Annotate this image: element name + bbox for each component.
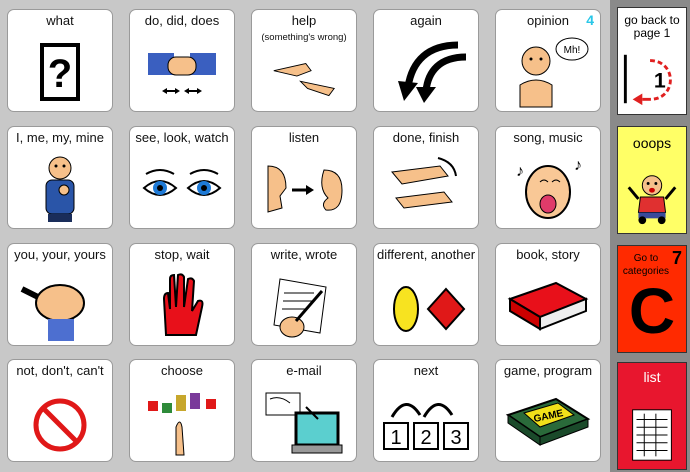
cell-help[interactable]: help (something's wrong) [251, 9, 357, 112]
categories-button[interactable]: Go to categories 7 C [617, 245, 687, 353]
cell-sublabel: (something's wrong) [261, 32, 347, 43]
cell-what[interactable]: what? [7, 9, 113, 112]
cell-label: book, story [516, 247, 580, 262]
ear-listening-icon [256, 151, 352, 225]
back-arrow-icon: 1 [621, 48, 683, 110]
game-box-icon: GAME [500, 384, 596, 458]
categories-page-number: 7 [671, 248, 682, 268]
cell-next[interactable]: next 1 2 3 [373, 359, 479, 462]
cell-label: choose [161, 363, 203, 378]
cell-label: listen [288, 130, 320, 145]
svg-text:1: 1 [390, 427, 401, 449]
svg-text:?: ? [48, 52, 72, 96]
cell-see-look-watch[interactable]: see, look, watch [129, 126, 235, 229]
helping-hands-icon [256, 44, 352, 108]
cell-label: you, your, yours [14, 247, 106, 262]
no-sign-icon [12, 384, 108, 458]
red-hand-icon [134, 268, 230, 342]
cell-label: done, finish [392, 130, 460, 145]
sidebar: go back to page 1 1 ooops Go to categori… [610, 0, 690, 472]
ooops-button[interactable]: ooops [617, 126, 687, 234]
cell-do-did-does[interactable]: do, did, does [129, 9, 235, 112]
cell-listen[interactable]: listen [251, 126, 357, 229]
person-speaking-icon: Mh! [500, 34, 596, 108]
page-number: 4 [586, 12, 594, 28]
cell-label: opinion [527, 13, 569, 28]
ooops-label: ooops [632, 135, 672, 151]
svg-text:Mh!: Mh! [564, 45, 581, 56]
cell-you-your-yours[interactable]: you, your, yours [7, 243, 113, 346]
cell-song-music[interactable]: song, music ♪ ♪ [495, 126, 601, 229]
cell-label: what [46, 13, 74, 28]
list-button[interactable]: list [617, 362, 687, 470]
hands-doing-icon [134, 34, 230, 108]
cell-label: next [413, 363, 439, 378]
singing-face-icon: ♪ ♪ [500, 151, 596, 225]
go-back-button[interactable]: go back to page 1 1 [617, 7, 687, 115]
cell-opinion[interactable]: opinion Mh! 4 [495, 9, 601, 112]
cell-different-another[interactable]: different, another [373, 243, 479, 346]
cell-game-program[interactable]: game, program GAME [495, 359, 601, 462]
pointing-fist-icon [12, 268, 108, 342]
cell-label: stop, wait [154, 247, 210, 262]
computer-mail-icon [256, 384, 352, 458]
next-123-icon: 123 [378, 384, 474, 458]
cell-label: game, program [503, 363, 593, 378]
hands-finish-icon [378, 151, 474, 225]
cell-label: help [291, 13, 317, 28]
ooops-person-icon [621, 167, 683, 229]
cell-label: I, me, my, mine [16, 130, 104, 145]
writing-hand-icon [256, 268, 352, 342]
curved-arrows-icon [378, 34, 474, 108]
cell-label: do, did, does [144, 13, 220, 28]
back-page-number: 1 [654, 69, 666, 93]
svg-text:3: 3 [450, 427, 461, 449]
cell-label: write, wrote [270, 247, 338, 262]
cell-e-mail[interactable]: e-mail [251, 359, 357, 462]
cell-book-story[interactable]: book, story [495, 243, 601, 346]
cell-label: e-mail [286, 363, 322, 378]
cell-not-don-t-can-t[interactable]: not, don't, can't [7, 359, 113, 462]
cell-label: again [410, 13, 442, 28]
cell-stop-wait[interactable]: stop, wait [129, 243, 235, 346]
person-pointing-self-icon [12, 151, 108, 225]
cell-write-wrote[interactable]: write, wrote [251, 243, 357, 346]
symbol-grid: what? do, did, does help (something's wrong… [0, 0, 610, 472]
red-book-icon [500, 268, 596, 342]
list-sheet-icon [621, 405, 683, 465]
eyes-icon [134, 151, 230, 225]
categories-letter: C [628, 275, 676, 347]
go-back-label: go back to page 1 [624, 13, 680, 40]
cell-again[interactable]: again [373, 9, 479, 112]
choose-squares-icon [134, 384, 230, 458]
svg-text:♪: ♪ [516, 163, 524, 180]
cell-label: not, don't, can't [16, 363, 104, 378]
svg-text:♪: ♪ [574, 157, 582, 174]
cell-choose[interactable]: choose [129, 359, 235, 462]
svg-text:2: 2 [420, 427, 431, 449]
cell-label: different, another [376, 247, 476, 262]
oval-diamond-icon [378, 268, 474, 342]
cell-label: see, look, watch [135, 130, 229, 145]
cell-done-finish[interactable]: done, finish [373, 126, 479, 229]
question-box-icon: ? [12, 34, 108, 108]
list-label: list [643, 369, 661, 385]
cell-label: song, music [513, 130, 583, 145]
cell-i-me-my-mine[interactable]: I, me, my, mine [7, 126, 113, 229]
